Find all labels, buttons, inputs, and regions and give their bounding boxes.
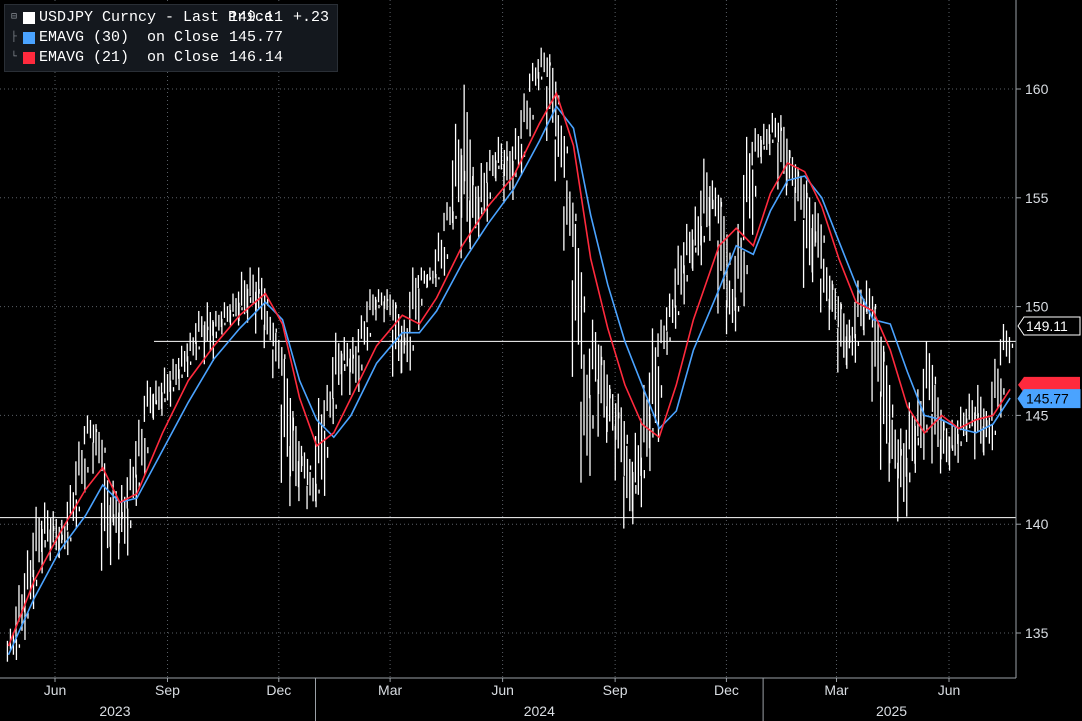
x-year-label: 2025	[876, 703, 907, 719]
x-tick-label: Mar	[824, 682, 848, 698]
y-tick-label: 145	[1025, 407, 1049, 423]
legend-swatch-ema21	[23, 52, 35, 64]
grid	[0, 0, 1016, 678]
y-tick-label: 155	[1025, 190, 1049, 206]
y-tick-label: 160	[1025, 81, 1049, 97]
x-year-label: 2023	[99, 703, 130, 719]
x-tick-label: Sep	[603, 682, 628, 698]
legend-row-ema21[interactable]: └ EMAVG (21) on Close 146.14	[11, 48, 329, 68]
x-tick-label: Dec	[266, 682, 291, 698]
plot-background	[0, 0, 1016, 678]
x-tick-label: Jun	[491, 682, 514, 698]
tree-branch-icon: └	[11, 52, 18, 63]
legend-swatch-price	[23, 12, 35, 24]
last-price-tag-label: 149.11	[1026, 318, 1068, 334]
last-price-tag: 149.11	[1017, 316, 1081, 336]
y-tick-label: 150	[1025, 299, 1049, 315]
price-tags: 145.77 149.11	[1017, 316, 1081, 409]
ema30-tag: 145.77	[1017, 389, 1081, 409]
price-chart: 135 140 145 150 155 160 Jun Sep Dec Mar Jun Sep Dec M…	[0, 0, 1081, 721]
legend-series-name: USDJPY Curncy - Last Price	[39, 9, 274, 26]
legend-last-value: 149.11	[229, 9, 284, 26]
legend-row-ema30[interactable]: ├ EMAVG (30) on Close 145.77	[11, 28, 329, 48]
x-tick-label: Mar	[378, 682, 402, 698]
x-tick-label: Dec	[714, 682, 739, 698]
chart-legend[interactable]: ⊟ USDJPY Curncy - Last Price 149.11 +.23…	[4, 4, 339, 72]
x-tick-label: Sep	[155, 682, 180, 698]
legend-last-value: 145.77	[229, 29, 284, 46]
y-tick-label: 140	[1025, 516, 1049, 532]
legend-last-value: 146.14	[229, 49, 284, 66]
legend-swatch-ema30	[23, 32, 35, 44]
y-tick-label: 135	[1025, 625, 1049, 641]
x-tick-label: Jun	[44, 682, 67, 698]
legend-row-price[interactable]: ⊟ USDJPY Curncy - Last Price 149.11 +.23	[11, 8, 329, 28]
legend-series-name: EMAVG (30) on Close	[39, 29, 220, 46]
tree-branch-icon: ├	[11, 32, 18, 43]
chart-area: 135 140 145 150 155 160 Jun Sep Dec Mar Jun Sep Dec M…	[0, 0, 1082, 721]
x-tick-label: Jun	[938, 682, 961, 698]
ema30-tag-label: 145.77	[1026, 391, 1069, 407]
x-year-label: 2024	[524, 703, 555, 719]
legend-series-name: EMAVG (21) on Close	[39, 49, 220, 66]
collapse-icon[interactable]: ⊟	[11, 8, 23, 28]
legend-change: +.23	[293, 9, 330, 26]
